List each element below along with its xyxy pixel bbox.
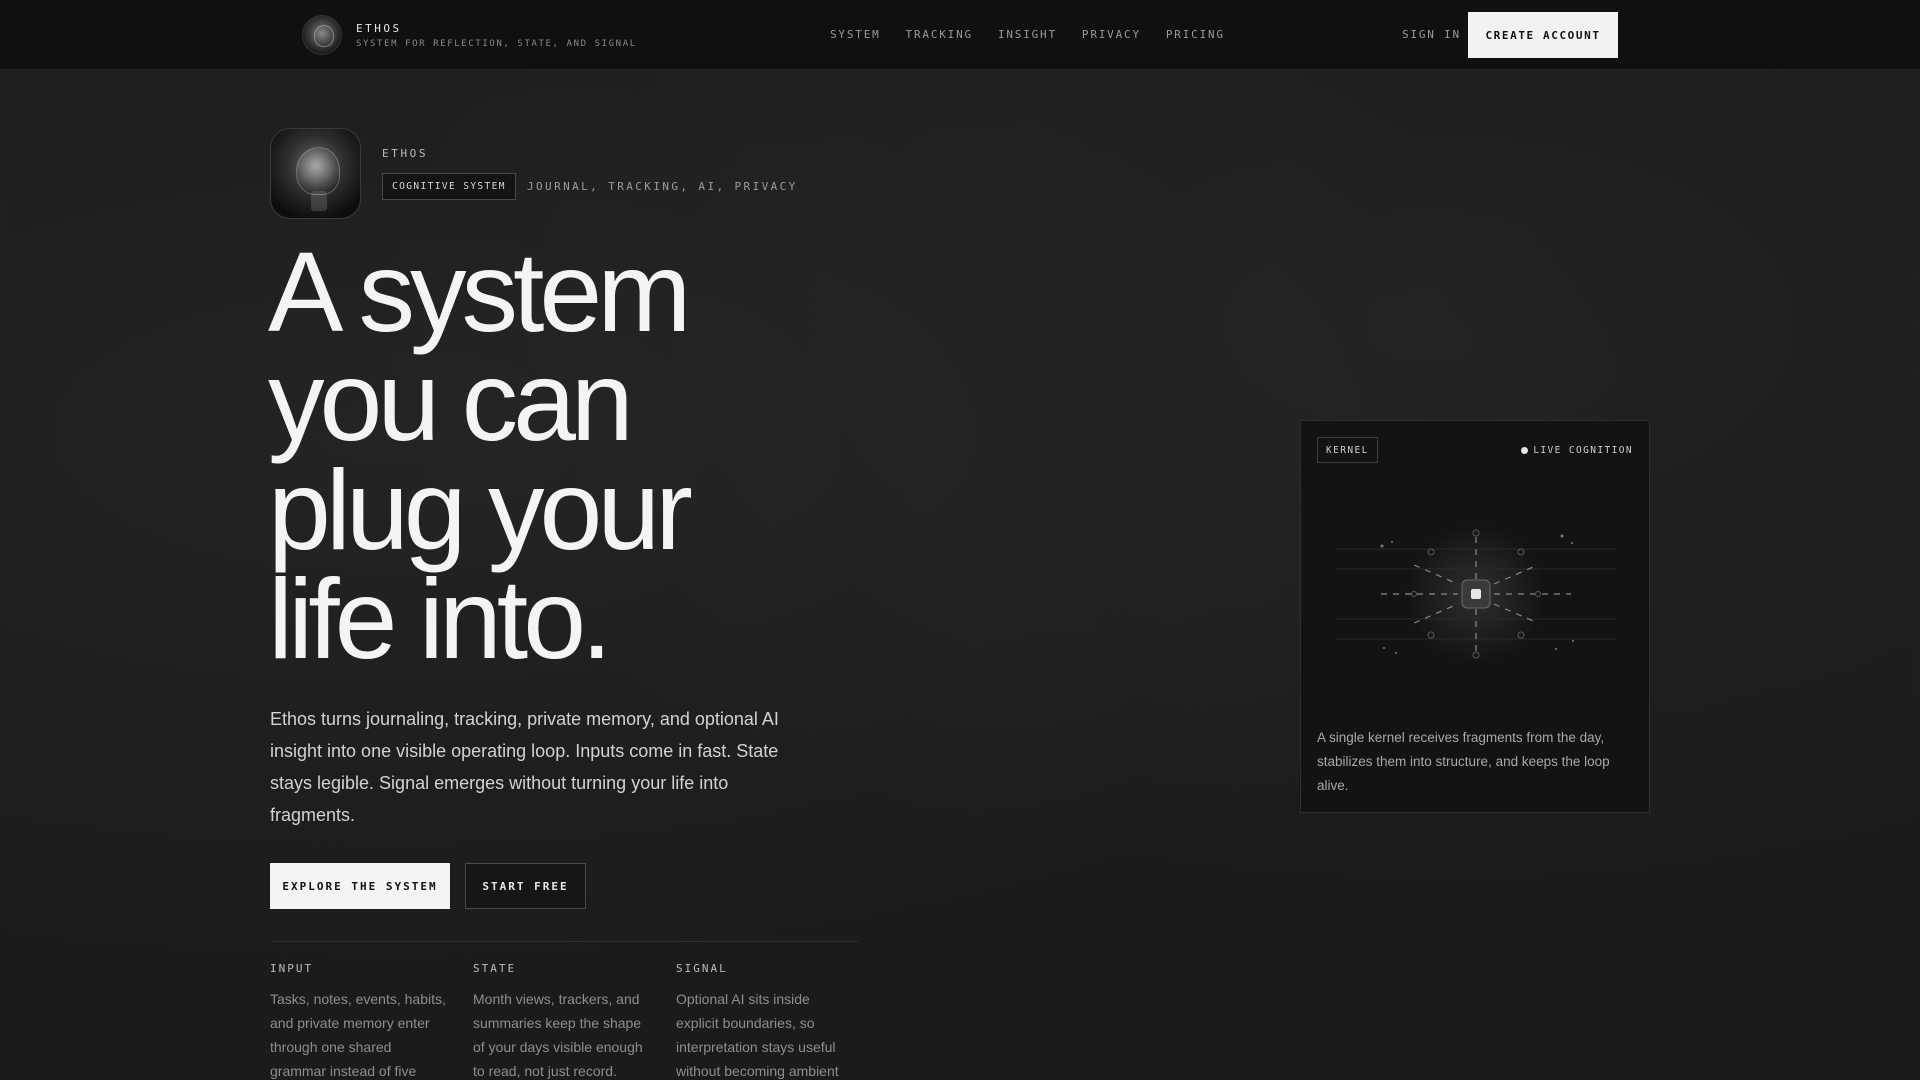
live-status: LIVE COGNITION [1521,445,1633,456]
live-dot-icon [1521,447,1529,454]
live-status-label: LIVE COGNITION [1533,445,1633,456]
feature-title: INPUT [270,962,314,975]
start-free-button[interactable]: START FREE [465,863,586,909]
brand-tagline: SYSTEM FOR REFLECTION, STATE, AND SIGNAL [356,38,637,49]
kernel-card: KERNEL LIVE COGNITION A single kernel re… [1300,420,1650,813]
hero-description: Ethos turns journaling, tracking, privat… [270,709,779,825]
explore-system-button[interactable]: EXPLORE THE SYSTEM [270,863,450,909]
headline-line-2: you can [268,338,634,464]
nav-link-system[interactable]: SYSTEM [830,28,881,41]
feature-body: Month views, trackers, and summaries kee… [473,991,643,1079]
feature-title: STATE [473,962,517,975]
hero-eyebrow: ETHOS [382,147,429,160]
kernel-description: A single kernel receives fragments from … [1317,730,1610,793]
headline-line-1: A system [268,229,691,355]
nav-link-privacy[interactable]: PRIVACY [1082,28,1141,41]
feature-signal: SIGNAL Optional AI sits inside explicit … [676,962,856,1080]
brand[interactable]: ETHOS SYSTEM FOR REFLECTION, STATE, AND … [302,15,637,55]
nav-link-tracking[interactable]: TRACKING [906,28,973,41]
headline-line-3: plug your [268,447,693,573]
brand-logo-icon [302,15,342,55]
headline-line-4: life into. [268,556,612,682]
nav-link-pricing[interactable]: PRICING [1166,28,1225,41]
category-chip: COGNITIVE SYSTEM [382,173,516,200]
kernel-visualization [1336,524,1616,664]
section-divider [270,941,858,942]
nav-links: SYSTEM TRACKING INSIGHT PRIVACY PRICING [830,28,1250,41]
feature-tags: JOURNAL, TRACKING, AI, PRIVACY [527,180,798,193]
feature-body: Tasks, notes, events, habits, and privat… [270,991,446,1079]
feature-input: INPUT Tasks, notes, events, habits, and … [270,962,450,1080]
sign-in-link[interactable]: SIGN IN [1402,28,1461,41]
feature-body: Optional AI sits inside explicit boundar… [676,991,839,1079]
brand-name: ETHOS [356,21,402,35]
kernel-badge: KERNEL [1317,437,1378,463]
hero-headline: A system you can plug your life into. [268,229,828,682]
app-brain-icon [270,128,361,219]
top-nav: ETHOS SYSTEM FOR REFLECTION, STATE, AND … [0,0,1920,70]
create-account-button[interactable]: CREATE ACCOUNT [1468,12,1618,58]
nav-link-insight[interactable]: INSIGHT [998,28,1057,41]
feature-title: SIGNAL [676,962,728,975]
feature-state: STATE Month views, trackers, and summari… [473,962,653,1080]
